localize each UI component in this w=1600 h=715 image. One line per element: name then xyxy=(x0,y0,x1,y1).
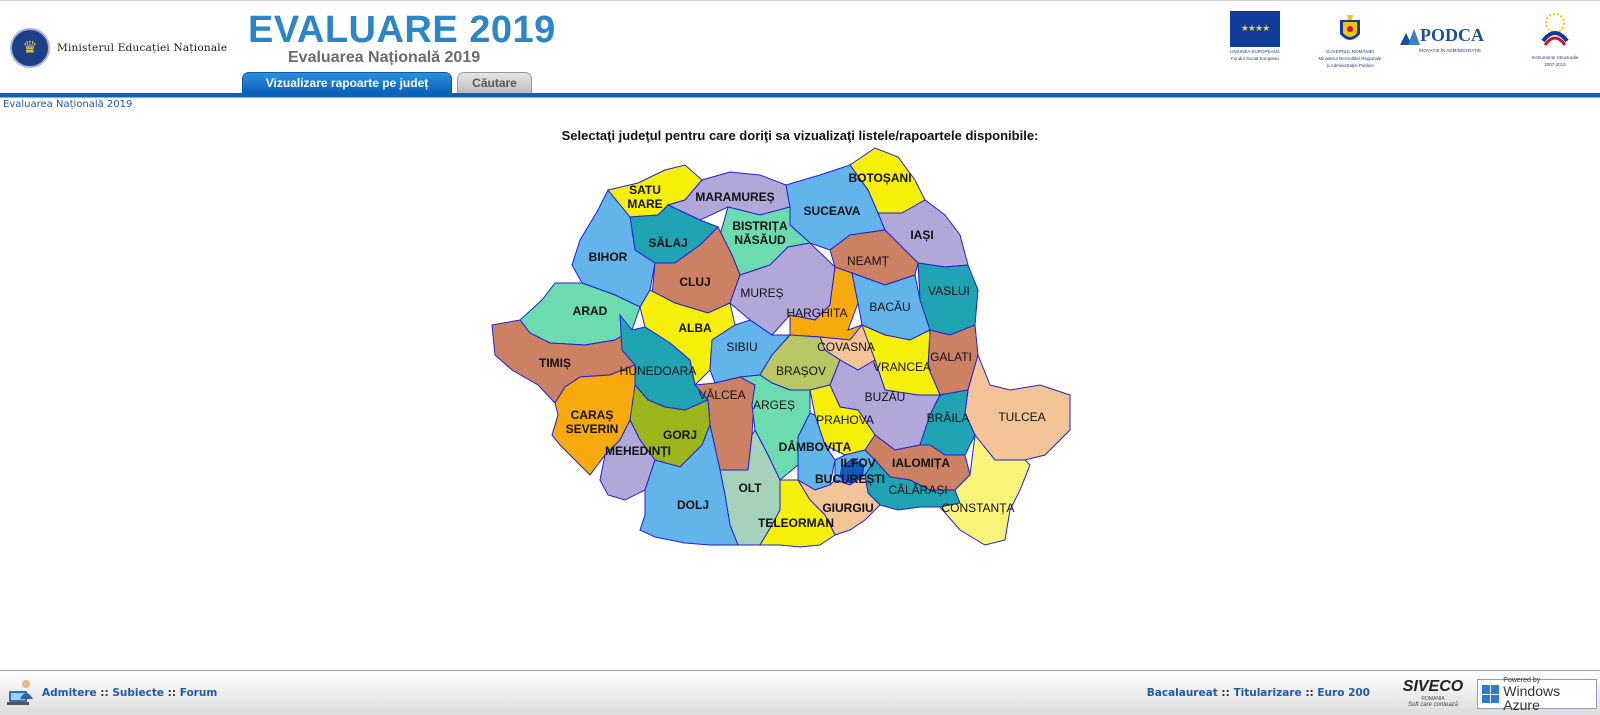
footer-link-admitere[interactable]: Admitere xyxy=(42,687,97,699)
computer-user-icon xyxy=(7,680,33,705)
windows-azure-badge[interactable]: Powered by Windows Azure xyxy=(1477,677,1597,713)
is-label: Instrumente Structurale xyxy=(1531,55,1579,60)
ministry-seal-icon: ♛ xyxy=(10,28,50,68)
instrumente-structurale-icon xyxy=(1541,13,1569,46)
breadcrumb[interactable]: Evaluarea Națională 2019 xyxy=(3,99,132,110)
podca-name: PODCA xyxy=(1420,25,1484,45)
footer-links-left: Admitere :: Subiecte :: Forum xyxy=(42,687,217,699)
ministry-logo[interactable]: ♛ Ministerul Educației Naționale xyxy=(10,28,227,68)
gov-sublabel: Ministerul Dezvoltării Regionale xyxy=(1318,56,1382,61)
gov-sublabel-2: și Administrației Publice xyxy=(1326,63,1374,68)
footer-separator: :: xyxy=(100,687,109,699)
eu-label: UNIUNEA EUROPEANĂ xyxy=(1230,49,1280,54)
is-sublabel: 2007-2013 xyxy=(1544,62,1566,67)
siveco-logo[interactable]: SIVECO ROMANIA Soft care contează xyxy=(1392,678,1474,708)
eu-sublabel: Fondul Social European xyxy=(1230,56,1280,61)
header: ♛ Ministerul Educației Naționale EVALUAR… xyxy=(0,0,1600,98)
eu-logo: ★★★★ UNIUNEA EUROPEANĂ Fondul Social Eur… xyxy=(1230,11,1280,61)
siveco-tagline: Soft care contează xyxy=(1407,702,1459,708)
app-subtitle: Evaluarea Națională 2019 xyxy=(288,49,481,66)
podca-icon xyxy=(1400,28,1420,45)
footer-separator: :: xyxy=(1221,687,1230,699)
windows-logo-icon xyxy=(1482,685,1500,703)
podca-mark: PODCA xyxy=(1400,25,1500,46)
app-title: EVALUARE 2019 xyxy=(248,9,556,51)
azure-name: Windows Azure xyxy=(1503,682,1561,713)
tab-vizualizare-rapoarte[interactable]: Vizualizare rapoarte pe județ xyxy=(242,72,452,93)
footer-link-forum[interactable]: Forum xyxy=(180,687,218,699)
footer-separator: :: xyxy=(167,687,177,699)
tab-cautare[interactable]: Căutare xyxy=(457,72,532,93)
footer-link-bacalaureat[interactable]: Bacalaureat xyxy=(1147,687,1218,699)
gov-logo: GUVERNUL ROMÂNIEI Ministerul Dezvoltării… xyxy=(1310,11,1390,68)
page-instructions: Selectaţi judeţul pentru care doriţi sa … xyxy=(561,128,1039,143)
ministry-name: Ministerul Educației Naționale xyxy=(57,42,228,54)
romania-county-map: SATUMARE MARAMUREȘBOTOȘANISUCEAVASĂLAJBIS… xyxy=(491,147,1071,548)
footer: Admitere :: Subiecte :: Forum Bacalaurea… xyxy=(0,670,1600,715)
page: ♛ Ministerul Educației Naționale EVALUAR… xyxy=(0,0,1600,715)
eu-flag-icon: ★★★★ xyxy=(1230,11,1280,47)
footer-link-euro-200[interactable]: Euro 200 xyxy=(1317,687,1370,699)
footer-links-right: Bacalaureat :: Titularizare :: Euro 200 xyxy=(1147,687,1370,699)
footer-link-titularizare[interactable]: Titularizare xyxy=(1233,687,1301,699)
tab-bar-underline xyxy=(0,93,1600,98)
podca-logo: PODCA INOVAȚIE ÎN ADMINISTRAȚIE xyxy=(1400,11,1500,53)
is-logo: Instrumente Structurale 2007-2013 xyxy=(1520,11,1590,67)
gov-label: GUVERNUL ROMÂNIEI xyxy=(1325,49,1375,54)
podca-tagline: INOVAȚIE ÎN ADMINISTRAȚIE xyxy=(1418,48,1482,53)
siveco-name: SIVECO xyxy=(1402,678,1464,695)
footer-link-subiecte[interactable]: Subiecte xyxy=(112,687,164,699)
footer-separator: :: xyxy=(1305,687,1314,699)
romania-crest-icon xyxy=(1337,11,1363,47)
